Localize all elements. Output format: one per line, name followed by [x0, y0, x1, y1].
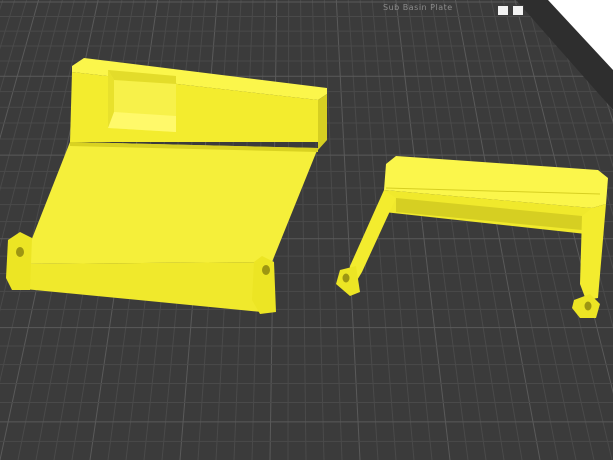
- plate-lock-icon[interactable]: [512, 5, 524, 16]
- grid-line-vertical: [287, 0, 290, 460]
- plate-name-label: Sub Basin Plate: [383, 3, 453, 12]
- plate-settings-icon[interactable]: [497, 5, 509, 16]
- plate-icon-group: [497, 5, 524, 16]
- scene-canvas[interactable]: [0, 0, 613, 460]
- 3d-viewport[interactable]: Sub Basin Plate: [0, 0, 613, 460]
